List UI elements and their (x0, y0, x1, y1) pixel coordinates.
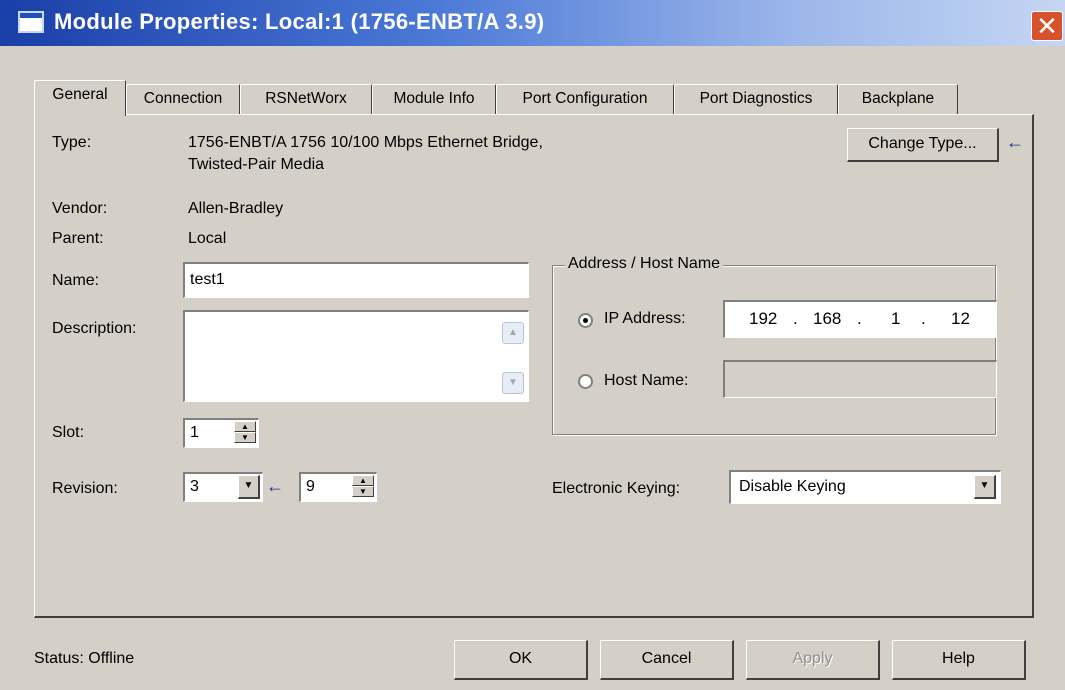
window-title: Module Properties: Local:1 (1756-ENBT/A … (54, 9, 545, 34)
revision-indicator-arrow-icon: ← (266, 476, 284, 496)
ip-octet-2: 168 (813, 309, 842, 328)
tab-connection[interactable]: Connection (126, 84, 240, 114)
revision-major-value: 3 (190, 478, 199, 495)
apply-label: Apply (792, 650, 833, 667)
name-label: Name: (52, 272, 100, 289)
revision-label: Revision: (52, 480, 118, 497)
host-name-label: Host Name: (604, 372, 689, 389)
type-label: Type: (52, 134, 92, 151)
slot-label: Slot: (52, 424, 85, 441)
ip-octet-1: 192 (749, 309, 778, 328)
host-name-field[interactable] (723, 360, 997, 398)
description-field[interactable] (183, 310, 529, 402)
address-group (552, 265, 996, 435)
help-button[interactable]: Help (892, 640, 1026, 680)
spin-down-icon[interactable]: ▼ (352, 486, 374, 497)
description-label: Description: (52, 320, 137, 337)
close-button[interactable]: ✕ (1031, 11, 1063, 41)
chevron-down-icon[interactable]: ▼ (238, 475, 260, 499)
status-text: Status: Offline (34, 650, 135, 667)
change-type-button[interactable]: Change Type... (847, 128, 999, 162)
ip-address-field[interactable]: 192 . 168 . 1 . 12 (723, 300, 997, 338)
tab-port-diagnostics[interactable]: Port Diagnostics (674, 84, 838, 114)
ip-address-label: IP Address: (604, 310, 686, 327)
tab-module-info[interactable]: Module Info (372, 84, 496, 114)
electronic-keying-label: Electronic Keying: (552, 480, 681, 497)
spin-up-icon[interactable]: ▲ (234, 421, 256, 432)
parent-value: Local (188, 230, 227, 247)
ip-separator: . (793, 309, 798, 328)
description-scroll-up-icon[interactable]: ▲ (502, 322, 524, 344)
tab-general[interactable]: General (34, 80, 126, 116)
type-value-line1: 1756-ENBT/A 1756 10/100 Mbps Ethernet Br… (188, 134, 543, 151)
ok-button[interactable]: OK (454, 640, 588, 680)
name-field[interactable]: test1 (183, 262, 529, 298)
electronic-keying-value: Disable Keying (739, 478, 846, 495)
ok-label: OK (508, 650, 533, 667)
description-scroll-down-icon[interactable]: ▼ (502, 372, 524, 394)
spin-down-icon[interactable]: ▼ (234, 432, 256, 443)
apply-button[interactable]: Apply (746, 640, 880, 680)
window-icon (18, 11, 44, 33)
host-name-radio[interactable] (578, 374, 593, 389)
change-type-label: Change Type... (868, 135, 977, 152)
help-label: Help (942, 650, 975, 667)
revision-spin-buttons[interactable]: ▲ ▼ (352, 475, 374, 497)
vendor-value: Allen-Bradley (188, 200, 284, 217)
tab-port-configuration[interactable]: Port Configuration (496, 84, 674, 114)
ip-octet-3: 1 (891, 309, 901, 328)
title-bar[interactable]: Module Properties: Local:1 (1756-ENBT/A … (0, 0, 1065, 46)
parent-label: Parent: (52, 230, 104, 247)
tab-backplane[interactable]: Backplane (838, 84, 958, 114)
ip-address-radio[interactable] (578, 313, 593, 328)
ip-separator: . (921, 309, 926, 328)
name-field-value: test1 (190, 271, 225, 288)
slot-spin-buttons[interactable]: ▲ ▼ (234, 421, 256, 443)
revision-minor-value: 9 (306, 478, 315, 495)
chevron-down-icon[interactable]: ▼ (974, 475, 996, 499)
electronic-keying-select[interactable]: Disable Keying (729, 470, 1001, 504)
vendor-label: Vendor: (52, 200, 108, 217)
change-type-indicator-arrow-icon: ← (1006, 132, 1024, 152)
cancel-label: Cancel (641, 650, 692, 667)
type-value-line2: Twisted-Pair Media (188, 156, 325, 173)
address-group-title: Address / Host Name (565, 255, 724, 273)
slot-value: 1 (190, 424, 199, 441)
cancel-button[interactable]: Cancel (600, 640, 734, 680)
tab-rsnetworx[interactable]: RSNetWorx (240, 84, 372, 114)
spin-up-icon[interactable]: ▲ (352, 475, 374, 486)
ip-separator: . (857, 309, 862, 328)
ip-octet-4: 12 (951, 309, 970, 328)
